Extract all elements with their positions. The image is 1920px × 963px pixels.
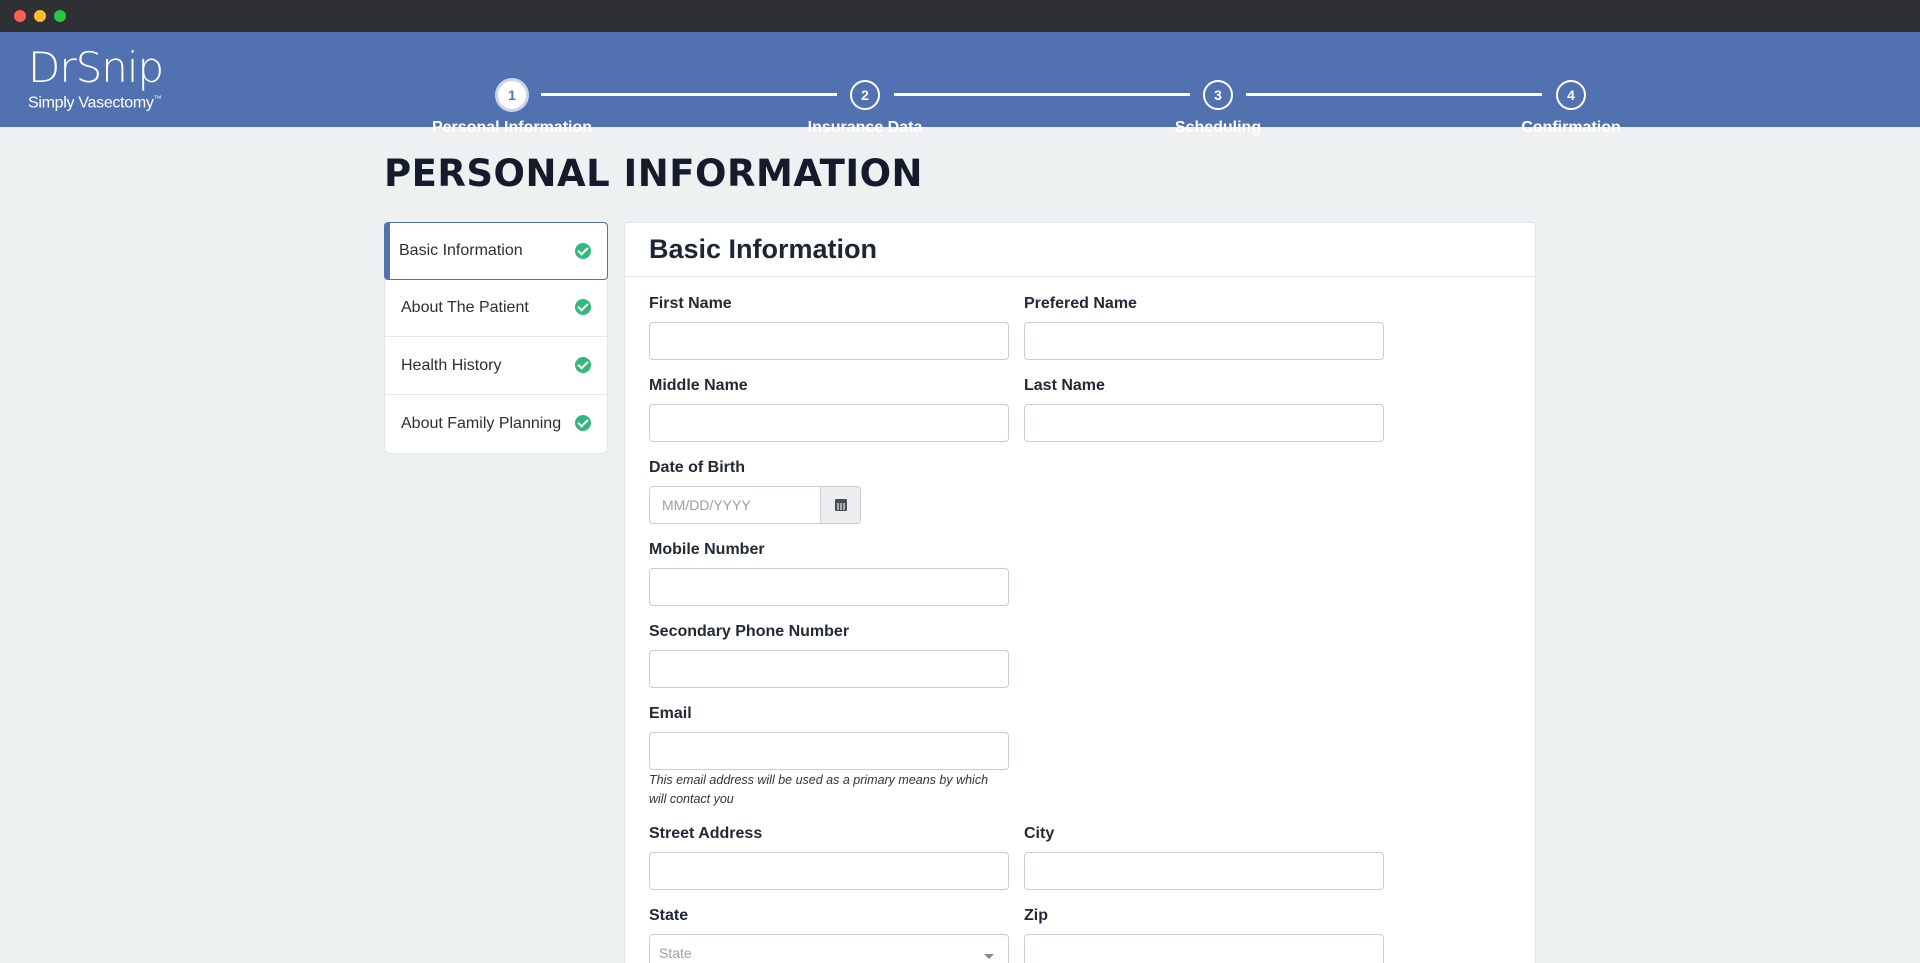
last-name-label: Last Name <box>1024 377 1105 394</box>
zip-label: Zip <box>1024 907 1048 924</box>
secondary-phone-group: Secondary Phone Number <box>649 623 1009 688</box>
check-circle-icon <box>575 357 591 373</box>
dob-input[interactable]: MM/DD/YYYY <box>649 486 821 524</box>
sidebar-item-label: About The Patient <box>401 298 529 316</box>
preferred-name-group: Prefered Name <box>1024 295 1384 360</box>
email-field[interactable] <box>649 732 1009 770</box>
state-label: State <box>649 907 689 924</box>
step-2-indicator[interactable]: 2 <box>850 80 880 110</box>
middle-name-group: Middle Name <box>649 377 1009 442</box>
first-name-label: First Name <box>649 295 732 312</box>
last-name-group: Last Name <box>1024 377 1384 442</box>
basic-information-card: Basic Information First Name Prefered Na… <box>624 222 1536 963</box>
sidebar-item-label: Health History <box>401 356 502 374</box>
street-address-label: Street Address <box>649 825 763 842</box>
step-connector <box>1246 93 1542 96</box>
state-placeholder: State <box>659 945 692 961</box>
step-1-indicator[interactable]: 1 <box>495 78 529 112</box>
step-3-indicator[interactable]: 3 <box>1203 80 1233 110</box>
preferred-name-input[interactable] <box>1024 322 1384 360</box>
sidebar-item-about-the-patient[interactable]: About The Patient <box>385 279 607 337</box>
secondary-phone-label: Secondary Phone Number <box>649 623 850 640</box>
dob-calendar-button[interactable] <box>821 486 861 524</box>
zip-input[interactable] <box>1024 934 1384 963</box>
dob-label: Date of Birth <box>649 459 745 476</box>
city-group: City <box>1024 825 1384 890</box>
street-address-input[interactable] <box>649 852 1009 890</box>
street-address-group: Street Address <box>649 825 1009 890</box>
maximize-window-button[interactable] <box>54 10 66 22</box>
sidebar-item-label: Basic Information <box>399 242 523 259</box>
state-group: State State <box>649 907 1009 963</box>
app-header: DrSnip Simply Vasectomy™ 1 2 3 4 Persona… <box>0 32 1920 136</box>
preferred-name-label: Prefered Name <box>1024 295 1137 312</box>
email-label: Email <box>649 705 692 722</box>
check-circle-icon <box>575 415 591 431</box>
calendar-icon <box>834 499 847 511</box>
card-title: Basic Information <box>649 234 878 264</box>
sidebar-item-health-history[interactable]: Health History <box>385 337 607 395</box>
state-select[interactable]: State <box>649 934 1009 963</box>
card-header: Basic Information <box>625 223 1535 277</box>
window-titlebar <box>0 0 1920 32</box>
zip-group: Zip <box>1024 907 1384 963</box>
first-name-group: First Name <box>649 295 1009 360</box>
first-name-input[interactable] <box>649 322 1009 360</box>
sidebar-item-label: About Family Planning <box>401 415 562 432</box>
step-1-label: Personal Information <box>431 119 593 136</box>
email-group: Email This email address will be used as… <box>649 705 1009 809</box>
minimize-window-button[interactable] <box>34 10 46 22</box>
logo-tagline: Simply Vasectomy™ <box>28 94 162 112</box>
last-name-input[interactable] <box>1024 404 1384 442</box>
middle-name-input[interactable] <box>649 404 1009 442</box>
dob-group: Date of Birth MM/DD/YYYY <box>649 459 861 524</box>
chevron-down-icon <box>984 954 994 959</box>
email-help-text: This email address will be used as a pri… <box>649 773 989 806</box>
drsnip-logo[interactable]: DrSnip Simply Vasectomy™ <box>28 43 164 112</box>
step-connector <box>541 93 837 96</box>
secondary-phone-input[interactable] <box>649 650 1009 688</box>
mobile-number-group: Mobile Number <box>649 541 1009 606</box>
step-4-label: Confirmation <box>1521 119 1621 136</box>
sidebar-item-basic-information[interactable]: Basic Information <box>384 222 608 280</box>
sidebar-item-about-family-planning[interactable]: About Family Planning <box>385 395 607 453</box>
section-nav: Basic Information About The Patient Heal… <box>384 222 608 454</box>
step-connector <box>894 93 1190 96</box>
check-circle-icon <box>575 243 591 259</box>
step-4-indicator[interactable]: 4 <box>1556 80 1586 110</box>
close-window-button[interactable] <box>14 10 26 22</box>
logo-name: DrSnip <box>28 43 164 92</box>
city-label: City <box>1024 825 1055 842</box>
check-circle-icon <box>575 299 591 315</box>
mobile-number-input[interactable] <box>649 568 1009 606</box>
middle-name-label: Middle Name <box>649 377 748 394</box>
mobile-number-label: Mobile Number <box>649 541 765 558</box>
page-title: PERSONAL INFORMATION <box>384 152 924 195</box>
step-3-label: Scheduling <box>1174 119 1262 136</box>
city-input[interactable] <box>1024 852 1384 890</box>
step-2-label: Insurance Data <box>807 119 923 136</box>
